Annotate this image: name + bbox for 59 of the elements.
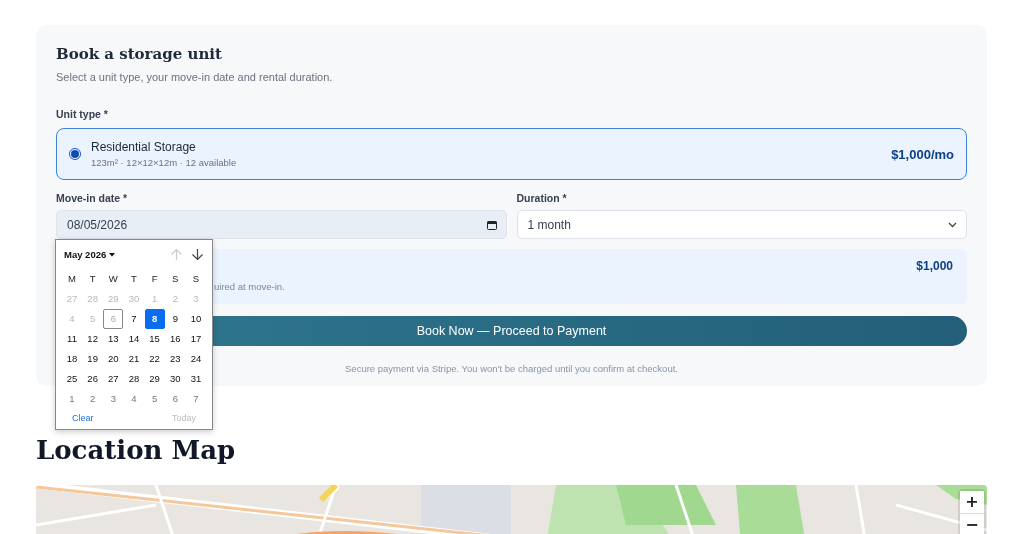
section-heading: Location Map xyxy=(36,435,236,465)
calendar-day[interactable]: 12 xyxy=(82,329,103,349)
weekday-label: T xyxy=(88,272,97,286)
weekday-label: W xyxy=(107,272,119,286)
calendar-day[interactable]: 18 xyxy=(62,349,82,369)
calendar-day[interactable]: 4 xyxy=(123,389,144,409)
weekday-label: M xyxy=(67,272,77,286)
calendar-day[interactable]: 13 xyxy=(103,329,124,349)
calendar-day[interactable]: 31 xyxy=(185,369,206,389)
calendar-day[interactable]: 19 xyxy=(82,349,103,369)
month-selector[interactable]: May 2026 xyxy=(64,249,116,260)
calendar-day[interactable]: 21 xyxy=(123,349,144,369)
calendar-day[interactable]: 22 xyxy=(144,349,165,369)
weekday-label: T xyxy=(130,272,138,286)
calendar-day[interactable]: 28 xyxy=(123,369,144,389)
calendar-day[interactable]: 11 xyxy=(62,329,82,349)
calendar-day[interactable]: 30 xyxy=(165,369,186,389)
date-field[interactable]: 08/05/2026 xyxy=(56,210,507,239)
calendar-day[interactable]: 20 xyxy=(103,349,124,369)
duration-select[interactable]: 1 month xyxy=(516,210,967,239)
calendar-day[interactable]: 25 xyxy=(62,369,82,389)
calendar-day[interactable]: 1 xyxy=(62,389,82,409)
unit-name: Residential Storage xyxy=(91,140,197,154)
field-label: Duration * xyxy=(516,192,567,204)
unit-price: $1,000/mo xyxy=(891,146,954,162)
calendar-day[interactable]: 24 xyxy=(185,349,206,369)
unit-details: 123m² · 12×12×12m · 12 available xyxy=(91,157,238,168)
calendar-day[interactable]: 15 xyxy=(144,329,165,349)
weekday-label: S xyxy=(191,272,201,286)
calendar-day[interactable]: 6 xyxy=(165,389,186,409)
calendar-day[interactable]: 23 xyxy=(165,349,186,369)
calendar-day[interactable]: 8 xyxy=(144,309,165,329)
chevron-down-icon xyxy=(948,221,957,228)
unit-option[interactable]: Residential Storage 123m² · 12×12×12m · 12 available $1,000/mo xyxy=(56,128,967,180)
calendar-day[interactable]: 2 xyxy=(82,389,103,409)
calendar-day[interactable]: 3 xyxy=(103,389,124,409)
payment-note: Secure payment via Stripe. You won't be charged until you confirm at checkout. xyxy=(345,363,678,374)
calendar-day[interactable]: 7 xyxy=(185,389,206,409)
arrow-down-icon[interactable] xyxy=(191,248,204,261)
weekday-label: F xyxy=(150,272,159,286)
clear-button[interactable]: Clear xyxy=(72,413,94,423)
calendar-day[interactable]: 14 xyxy=(123,329,144,349)
zoom-out-button[interactable]: − xyxy=(960,513,984,534)
form-subtitle: Select a unit type, your move-in date and rental duration. xyxy=(56,71,333,83)
field-label: Move-in date * xyxy=(56,192,128,204)
calendar-day[interactable]: 27 xyxy=(103,369,124,389)
calendar-day[interactable]: 26 xyxy=(82,369,103,389)
caret-icon xyxy=(109,252,116,257)
radio-button[interactable] xyxy=(69,148,81,160)
calendar-day[interactable]: 29 xyxy=(144,369,165,389)
calendar-day[interactable]: 17 xyxy=(185,329,206,349)
field-label: Unit type * xyxy=(56,108,108,120)
calendar-day[interactable]: 5 xyxy=(144,389,165,409)
calendar-day[interactable]: 16 xyxy=(165,329,186,349)
summary-total: $1,000 xyxy=(916,259,953,275)
form-title: Book a storage unit xyxy=(56,45,222,63)
calendar-icon[interactable] xyxy=(486,219,497,230)
weekday-label: S xyxy=(171,272,180,286)
summary-note: uired at move-in. xyxy=(214,281,285,294)
